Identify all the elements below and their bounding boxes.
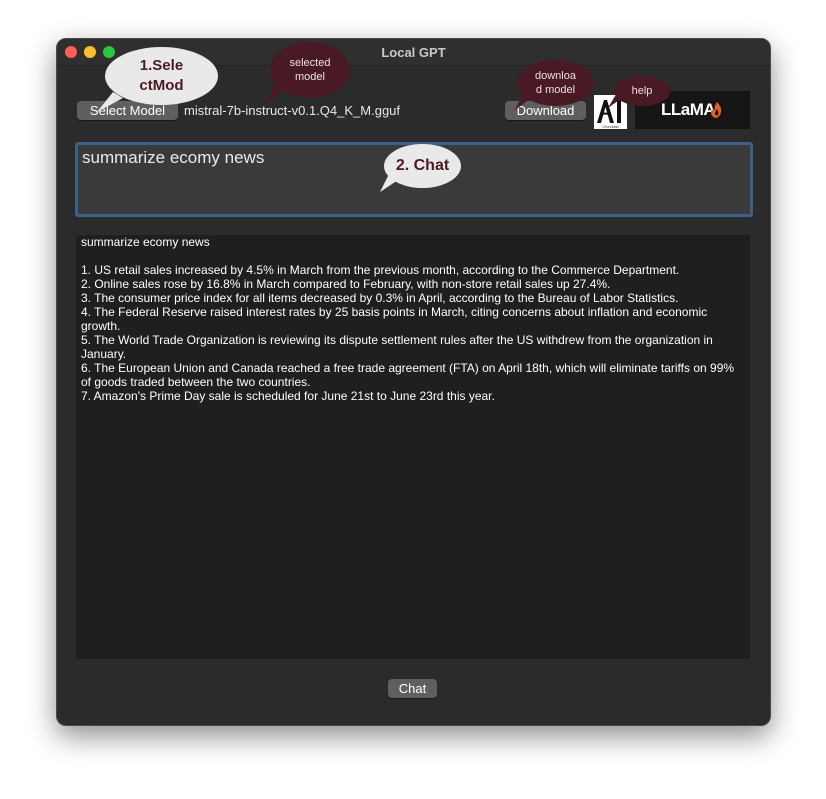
output-line: 7. Amazon's Prime Day sale is scheduled … xyxy=(81,389,495,403)
output-line: 3. The consumer price index for all item… xyxy=(81,291,679,305)
llama-logo-text: LLaMA xyxy=(661,100,716,119)
help-annotation: help xyxy=(614,76,670,106)
output-line: 2. Online sales rose by 16.8% in March c… xyxy=(81,277,611,291)
annotation-text: downloa xyxy=(535,70,576,82)
output-line: 4. The Federal Reserve raised interest r… xyxy=(81,305,708,333)
response-output[interactable]: summarize ecomy news 1. US retail sales … xyxy=(76,235,750,659)
output-line: 1. US retail sales increased by 4.5% in … xyxy=(81,263,680,277)
app-window: Local GPT Select Model mistral-7b-instru… xyxy=(56,38,771,726)
prompt-text: summarize ecomy news xyxy=(82,148,265,167)
output-line: 5. The World Trade Organization is revie… xyxy=(81,333,713,361)
selected-model-annotation: selected model xyxy=(270,42,350,98)
llama-flame-icon xyxy=(711,102,722,118)
output-query: summarize ecomy news xyxy=(81,235,210,249)
ai-logo-caption: Checklist xyxy=(602,124,619,129)
step2-annotation: 2. Chat xyxy=(384,144,461,188)
annotation-text: ctMod xyxy=(139,77,184,94)
annotation-text: model xyxy=(295,71,325,83)
selected-model-label: mistral-7b-instruct-v0.1.Q4_K_M.gguf xyxy=(184,103,401,118)
step1-annotation: 1.Sele ctMod xyxy=(105,47,218,105)
download-model-annotation: downloa d model xyxy=(517,60,594,106)
chat-button[interactable]: Chat xyxy=(388,679,437,698)
annotation-text: 1.Sele xyxy=(139,57,184,74)
annotation-text: d model xyxy=(535,84,576,96)
output-line: 6. The European Union and Canada reached… xyxy=(81,361,735,389)
annotation-text: selected xyxy=(289,57,331,69)
